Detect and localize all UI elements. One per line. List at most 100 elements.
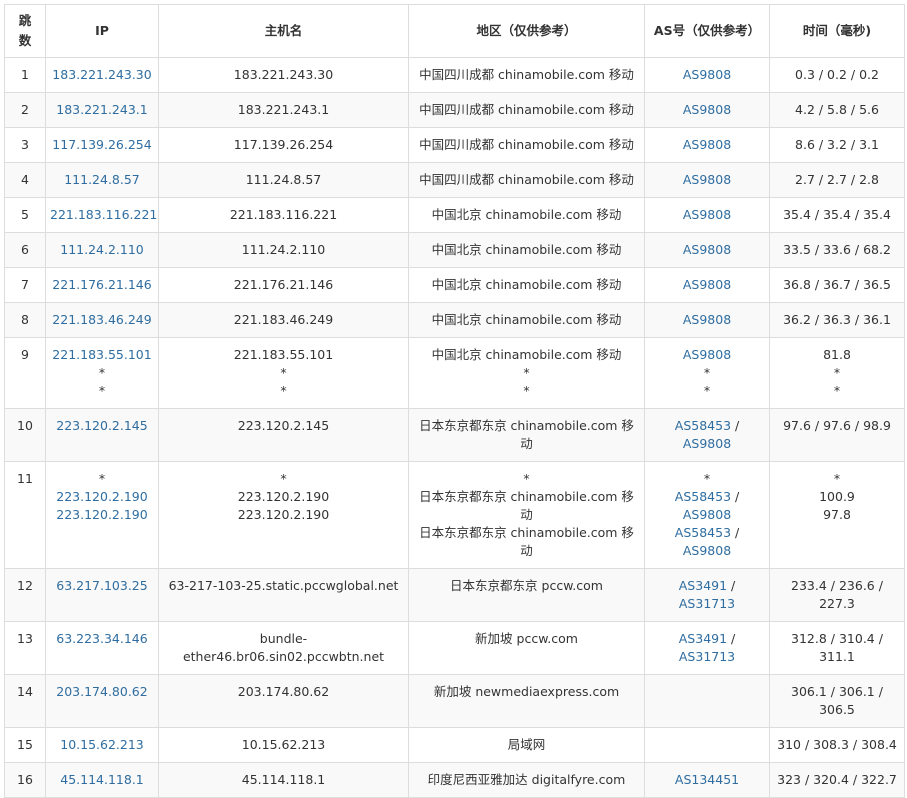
as-group: AS9808 (649, 311, 765, 329)
ip-link[interactable]: 221.183.55.101 (50, 346, 154, 364)
region-cell: 日本东京都东京 chinamobile.com 移动 (408, 408, 645, 462)
time-cell: 323 / 320.4 / 322.7 (769, 762, 905, 798)
ip-cell: 10.15.62.213 (45, 727, 159, 763)
ip-cell: 111.24.8.57 (45, 162, 159, 198)
table-row: 4 111.24.8.57 111.24.8.57 中国四川成都 chinamobil… (4, 162, 905, 198)
as-cell: AS9808 * * (644, 337, 770, 409)
as-link[interactable]: AS9808 (683, 347, 731, 362)
hostname-text: 183.221.243.30 (233, 67, 334, 82)
region-text: * (523, 365, 530, 380)
as-link[interactable]: AS9808 (683, 436, 731, 451)
hop-cell: 1 (4, 57, 46, 93)
table-row: 3 117.139.26.254 117.139.26.254 中国四川成都 chin… (4, 127, 905, 163)
hostname-text: * (280, 471, 287, 486)
ip-link[interactable]: 221.176.21.146 (50, 276, 154, 294)
ip-link[interactable]: 111.24.8.57 (50, 171, 154, 189)
as-group: AS9808 (649, 136, 765, 154)
region-cell: 中国四川成都 chinamobile.com 移动 (408, 127, 645, 163)
as-separator: / (727, 578, 736, 593)
region-text: 日本东京都东京 pccw.com (450, 578, 603, 593)
region-cell: 中国北京 chinamobile.com 移动 (408, 232, 645, 268)
hostname-text: 221.183.55.101 (233, 347, 334, 362)
ip-link[interactable]: 183.221.243.30 (50, 66, 154, 84)
ip-link[interactable]: 10.15.62.213 (50, 736, 154, 754)
as-link[interactable]: AS9808 (683, 277, 731, 292)
as-link[interactable]: AS31713 (679, 596, 735, 611)
time-text: 2.7 / 2.7 / 2.8 (795, 172, 879, 187)
hostname-text: 221.176.21.146 (233, 277, 334, 292)
hostname-text: 117.139.26.254 (233, 137, 334, 152)
ip-cell: 45.114.118.1 (45, 762, 159, 798)
as-cell: AS9808 (644, 127, 770, 163)
region-text: 日本东京都东京 chinamobile.com 移动 (419, 489, 634, 522)
ip-cell: 183.221.243.30 (45, 57, 159, 93)
as-link[interactable]: AS9808 (683, 67, 731, 82)
region-cell: 中国四川成都 chinamobile.com 移动 (408, 162, 645, 198)
time-cell: 81.8 * * (769, 337, 905, 409)
ip-link[interactable]: 221.183.116.221 (50, 206, 157, 224)
hostname-text: 203.174.80.62 (237, 684, 330, 699)
ip-link[interactable]: 117.139.26.254 (50, 136, 154, 154)
hostname-text: 10.15.62.213 (241, 737, 326, 752)
ip-cell: * 223.120.2.190 223.120.2.190 (45, 461, 159, 569)
time-text: * (833, 471, 841, 486)
ip-link[interactable]: 63.223.34.146 (50, 630, 154, 648)
as-link[interactable]: AS9808 (683, 172, 731, 187)
ip-link[interactable]: 223.120.2.145 (50, 417, 154, 435)
ip-cell: 203.174.80.62 (45, 674, 159, 728)
hop-cell: 13 (4, 621, 46, 675)
ip-link[interactable]: 223.120.2.190 (50, 488, 154, 506)
as-link[interactable]: AS9808 (683, 312, 731, 327)
region-text: 中国四川成都 chinamobile.com 移动 (419, 172, 634, 187)
time-text: 97.8 (823, 507, 851, 522)
table-row: 14 203.174.80.62 203.174.80.62 新加坡 newmedia… (4, 674, 905, 728)
hop-cell: 6 (4, 232, 46, 268)
as-link[interactable]: AS9808 (683, 507, 731, 522)
ip-link[interactable]: 183.221.243.1 (50, 101, 154, 119)
table-row: 13 63.223.34.146 bundle-ether46.br06.sin02… (4, 621, 905, 675)
hostname-text: 63-217-103-25.static.pccwglobal.net (168, 578, 399, 593)
as-link[interactable]: AS31713 (679, 649, 735, 664)
region-text: 日本东京都东京 chinamobile.com 移动 (419, 525, 634, 558)
region-text: 中国北京 chinamobile.com 移动 (431, 277, 622, 292)
as-link[interactable]: AS9808 (683, 137, 731, 152)
as-link[interactable]: AS58453 (675, 489, 731, 504)
time-text: 233.4 / 236.6 / 227.3 (791, 578, 883, 611)
as-link[interactable]: AS58453 (675, 418, 731, 433)
hostname-text: bundle-ether46.br06.sin02.pccwbtn.net (182, 631, 385, 664)
time-text: 0.3 / 0.2 / 0.2 (795, 67, 879, 82)
region-cell: 中国四川成都 chinamobile.com 移动 (408, 92, 645, 128)
as-link[interactable]: AS134451 (675, 772, 739, 787)
region-text: 中国北京 chinamobile.com 移动 (431, 207, 622, 222)
ip-link[interactable]: 223.120.2.190 (50, 506, 154, 524)
region-cell: * 日本东京都东京 chinamobile.com 移动 日本东京都东京 china… (408, 461, 645, 569)
as-link[interactable]: AS58453 (675, 525, 731, 540)
ip-link[interactable]: 45.114.118.1 (50, 771, 154, 789)
ip-link[interactable]: 203.174.80.62 (50, 683, 154, 701)
table-row: 1 183.221.243.30 183.221.243.30 中国四川成都 chin… (4, 57, 905, 93)
hop-cell: 8 (4, 302, 46, 338)
time-cell: 36.2 / 36.3 / 36.1 (769, 302, 905, 338)
ip-link[interactable]: 63.217.103.25 (50, 577, 154, 595)
as-group: AS134451 (649, 771, 765, 789)
time-cell: 0.3 / 0.2 / 0.2 (769, 57, 905, 93)
hostname-cell: 45.114.118.1 (158, 762, 409, 798)
as-link[interactable]: AS9808 (683, 543, 731, 558)
as-link[interactable]: AS9808 (683, 242, 731, 257)
hostname-cell: 111.24.8.57 (158, 162, 409, 198)
as-link[interactable]: AS3491 (679, 578, 727, 593)
ip-link[interactable]: 111.24.2.110 (50, 241, 154, 259)
as-link[interactable]: AS3491 (679, 631, 727, 646)
region-text: 局域网 (507, 737, 546, 752)
header-hop: 跳数 (4, 4, 46, 58)
as-separator: / (731, 525, 740, 540)
as-link[interactable]: AS9808 (683, 102, 731, 117)
as-link[interactable]: AS9808 (683, 207, 731, 222)
time-cell: 233.4 / 236.6 / 227.3 (769, 568, 905, 622)
hostname-cell: 63-217-103-25.static.pccwglobal.net (158, 568, 409, 622)
as-cell (644, 674, 770, 728)
region-text: 中国北京 chinamobile.com 移动 (431, 242, 622, 257)
hostname-cell: 111.24.2.110 (158, 232, 409, 268)
region-cell: 中国北京 chinamobile.com 移动 (408, 302, 645, 338)
ip-link[interactable]: 221.183.46.249 (50, 311, 154, 329)
